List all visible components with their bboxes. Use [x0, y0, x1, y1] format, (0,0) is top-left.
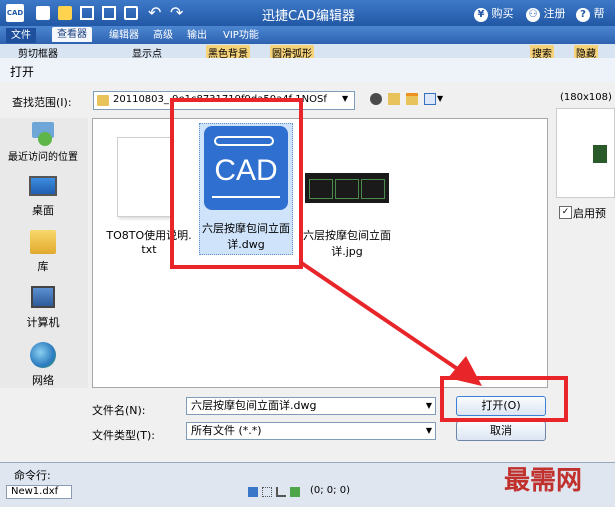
red-arrow-head	[448, 356, 482, 386]
command-label: 命令行:	[14, 469, 51, 482]
watermark: 最需网	[504, 466, 583, 496]
document-tab[interactable]: New1.dxf	[6, 485, 72, 499]
grid-icon[interactable]	[262, 487, 272, 497]
osnap-icon[interactable]	[290, 487, 300, 497]
snap-icon[interactable]	[248, 487, 258, 497]
coordinate-readout: (0; 0; 0)	[310, 485, 350, 496]
red-arrow	[298, 260, 482, 386]
ortho-icon[interactable]	[276, 487, 286, 497]
red-arrow-line	[298, 260, 464, 374]
